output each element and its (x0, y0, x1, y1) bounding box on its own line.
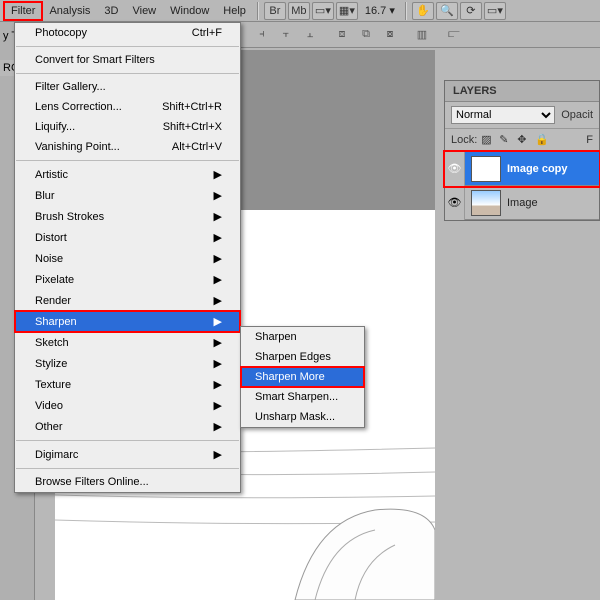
layers-panel: LAYERS Normal Opacit Lock: ▨ ✎ ✥ 🔒 F 👁 I… (444, 80, 600, 221)
zoom-value[interactable]: 16.7 ▾ (365, 4, 395, 17)
menu-3d[interactable]: 3D (97, 2, 125, 20)
mi-digimarc[interactable]: Digimarc▶ (15, 444, 240, 465)
layer-name[interactable]: Image (507, 197, 538, 209)
mi-browse-online[interactable]: Browse Filters Online... (15, 472, 240, 492)
smi-unsharp-mask[interactable]: Unsharp Mask... (241, 407, 364, 427)
align-right-icon[interactable]: ⫠ (300, 26, 320, 44)
menubar: Filter Analysis 3D View Window Help Br M… (0, 0, 600, 22)
lock-transparency-icon[interactable]: ▨ (481, 133, 495, 147)
menu-view[interactable]: View (125, 2, 163, 20)
layer-name[interactable]: Image copy (507, 163, 568, 175)
distribute-h-icon[interactable]: ⧈ (332, 26, 352, 44)
hand-tool-icon[interactable]: ✋ (412, 2, 434, 20)
mi-blur[interactable]: Blur▶ (15, 185, 240, 206)
mi-lens-correction[interactable]: Lens Correction...Shift+Ctrl+R (15, 97, 240, 117)
bridge-icon[interactable]: Br (264, 2, 286, 20)
fill-label: F (586, 134, 593, 146)
mi-sharpen[interactable]: Sharpen▶ (15, 311, 240, 332)
mi-noise[interactable]: Noise▶ (15, 248, 240, 269)
visibility-toggle-icon[interactable]: 👁 (445, 152, 465, 186)
mi-brush-strokes[interactable]: Brush Strokes▶ (15, 206, 240, 227)
mi-artistic[interactable]: Artistic▶ (15, 164, 240, 185)
opacity-label: Opacit (561, 109, 593, 121)
zoom-tool-icon[interactable]: 🔍 (436, 2, 458, 20)
mi-render[interactable]: Render▶ (15, 290, 240, 311)
mi-texture[interactable]: Texture▶ (15, 374, 240, 395)
blend-mode-select[interactable]: Normal (451, 106, 555, 124)
menu-window[interactable]: Window (163, 2, 216, 20)
lock-pixels-icon[interactable]: ✎ (499, 133, 513, 147)
mi-filter-gallery[interactable]: Filter Gallery... (15, 77, 240, 97)
layer-row-image[interactable]: 👁 Image (445, 186, 599, 220)
distribute-3-icon[interactable]: ⧇ (380, 26, 400, 44)
menu-filter[interactable]: Filter (4, 2, 42, 20)
smi-sharpen-more[interactable]: Sharpen More (241, 367, 364, 387)
layers-title: LAYERS (445, 81, 599, 102)
mi-convert-smart[interactable]: Convert for Smart Filters (15, 50, 240, 70)
mi-distort[interactable]: Distort▶ (15, 227, 240, 248)
minibridge-icon[interactable]: Mb (288, 2, 310, 20)
lock-position-icon[interactable]: ✥ (517, 133, 531, 147)
filter-dropdown: PhotocopyCtrl+F Convert for Smart Filter… (14, 22, 241, 493)
mi-photocopy[interactable]: PhotocopyCtrl+F (15, 23, 240, 43)
layer-row-image-copy[interactable]: 👁 Image copy (445, 152, 599, 186)
mi-liquify[interactable]: Liquify...Shift+Ctrl+X (15, 117, 240, 137)
auto-align-icon[interactable]: ▥ (412, 26, 432, 44)
arrange-icon[interactable]: ▦▾ (336, 2, 358, 20)
smi-smart-sharpen[interactable]: Smart Sharpen... (241, 387, 364, 407)
extras-icon[interactable]: ▭▾ (484, 2, 506, 20)
lock-label: Lock: (451, 134, 477, 146)
rotate-view-icon[interactable]: ⟳ (460, 2, 482, 20)
distribute-v-icon[interactable]: ⧉ (356, 26, 376, 44)
lock-all-icon[interactable]: 🔒 (535, 133, 549, 147)
menu-analysis[interactable]: Analysis (42, 2, 97, 20)
mi-vanishing-point[interactable]: Vanishing Point...Alt+Ctrl+V (15, 137, 240, 157)
screen-mode-icon[interactable]: ▭▾ (312, 2, 334, 20)
mi-video[interactable]: Video▶ (15, 395, 240, 416)
mi-stylize[interactable]: Stylize▶ (15, 353, 240, 374)
mi-pixelate[interactable]: Pixelate▶ (15, 269, 240, 290)
visibility-toggle-icon[interactable]: 👁 (445, 186, 465, 220)
mi-sketch[interactable]: Sketch▶ (15, 332, 240, 353)
menu-help[interactable]: Help (216, 2, 253, 20)
layer-thumbnail[interactable] (471, 190, 501, 216)
sharpen-submenu: Sharpen Sharpen Edges Sharpen More Smart… (240, 326, 365, 428)
more-options-icon[interactable]: ⫍ (444, 26, 464, 44)
mi-other[interactable]: Other▶ (15, 416, 240, 437)
align-center-icon[interactable]: ⫟ (276, 26, 296, 44)
align-left-icon[interactable]: ⫞ (252, 26, 272, 44)
smi-sharpen-edges[interactable]: Sharpen Edges (241, 347, 364, 367)
layer-thumbnail[interactable] (471, 156, 501, 182)
smi-sharpen[interactable]: Sharpen (241, 327, 364, 347)
